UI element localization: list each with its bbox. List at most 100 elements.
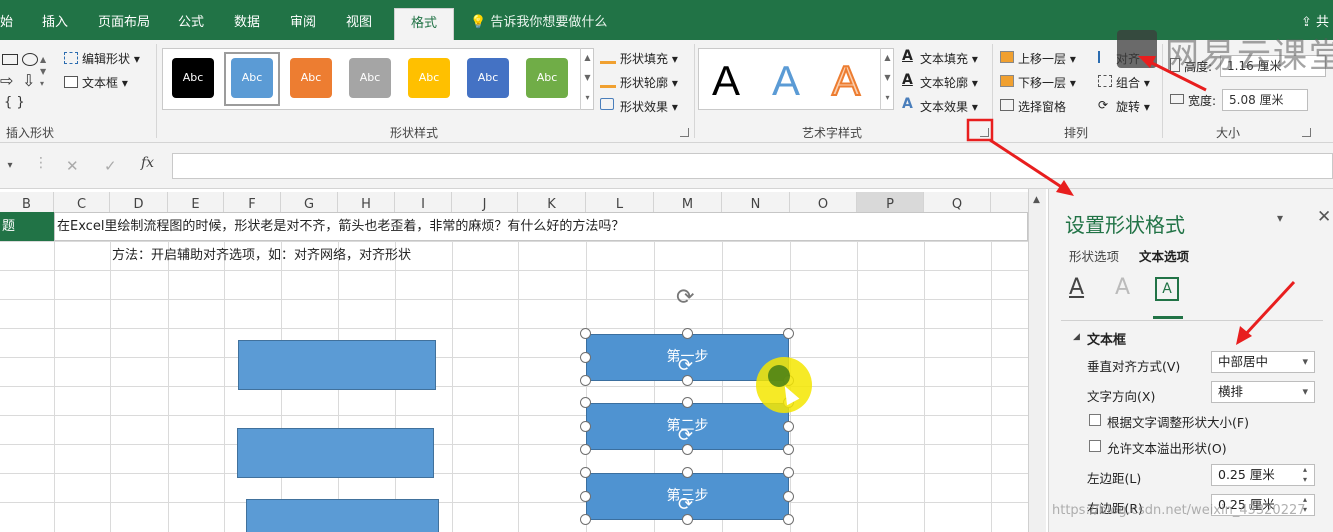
- left-margin-label: 左边距(L): [1087, 471, 1142, 486]
- send-backward-button[interactable]: 下移一层 ▾: [1018, 74, 1076, 91]
- wordart-dialog-launcher[interactable]: [980, 128, 989, 137]
- tab-data[interactable]: 数据: [228, 8, 266, 40]
- shape-style-blue[interactable]: Abc: [231, 58, 273, 98]
- arrow-down-icon[interactable]: ⇩: [22, 70, 35, 92]
- gallery-scroll-icon[interactable]: ▲ ▼ ▾: [40, 54, 46, 90]
- textbox-layout-icon[interactable]: A: [1155, 277, 1179, 301]
- resize-handle[interactable]: [580, 421, 591, 432]
- text-fill-outline-icon[interactable]: A: [1069, 275, 1084, 300]
- tell-me-search[interactable]: 💡 告诉我你想要做什么: [470, 8, 607, 40]
- wordart-black[interactable]: A: [712, 58, 740, 104]
- shape-style-dark-blue[interactable]: Abc: [467, 58, 509, 98]
- resize-handle[interactable]: [783, 514, 794, 525]
- wordart-group-label: 艺术字样式: [802, 126, 863, 140]
- tab-text-options[interactable]: 文本选项: [1139, 246, 1189, 265]
- arrow-right-icon[interactable]: ⇨: [0, 70, 13, 92]
- autofit-checkbox[interactable]: [1089, 414, 1101, 426]
- edit-shape-button[interactable]: 编辑形状 ▾: [82, 50, 140, 67]
- vertical-scrollbar[interactable]: ▲: [1028, 189, 1046, 532]
- shape-style-green[interactable]: Abc: [526, 58, 568, 98]
- shape-effects-button[interactable]: 形状效果 ▾: [620, 98, 678, 115]
- resize-handle[interactable]: [580, 467, 591, 478]
- resize-handle[interactable]: [783, 328, 794, 339]
- shape-gallery-mini[interactable]: ⇨ ⇩ { } ▲ ▼ ▾: [0, 50, 52, 120]
- rotate-handle-icon[interactable]: ⟳: [678, 355, 693, 376]
- resize-handle[interactable]: [580, 491, 591, 502]
- resize-handle[interactable]: [682, 397, 693, 408]
- wordart-blue[interactable]: A: [772, 58, 800, 104]
- pane-close-icon[interactable]: ✕: [1317, 207, 1331, 227]
- oval-icon[interactable]: [22, 53, 38, 66]
- wordart-orange-outline[interactable]: A: [831, 57, 861, 105]
- tab-formulas[interactable]: 公式: [172, 8, 210, 40]
- cell-d3[interactable]: 方法：开启辅助对齐选项，如：对齐网络，对齐形状: [112, 242, 411, 270]
- insert-function-button[interactable]: fx: [141, 155, 154, 171]
- formula-input[interactable]: [172, 153, 1333, 179]
- overflow-checkbox[interactable]: [1089, 440, 1101, 452]
- shape-outline-button[interactable]: 形状轮廓 ▾: [620, 74, 678, 91]
- bring-forward-button[interactable]: 上移一层 ▾: [1018, 50, 1076, 67]
- shape-style-black[interactable]: Abc: [172, 58, 214, 98]
- text-outline-button[interactable]: 文本轮廓 ▾: [920, 74, 978, 91]
- shape-style-gold[interactable]: Abc: [408, 58, 450, 98]
- cell-c2[interactable]: 在Excel里绘制流程图的时候，形状老是对不齐，箭头也老歪着，非常的麻烦？有什么…: [54, 212, 1028, 241]
- flowchart-shape-left-2[interactable]: [237, 428, 434, 478]
- resize-handle[interactable]: [580, 375, 591, 386]
- resize-handle[interactable]: [682, 375, 693, 386]
- size-dialog-launcher[interactable]: [1302, 128, 1311, 137]
- resize-handle[interactable]: [783, 491, 794, 502]
- pane-options-dropdown-icon[interactable]: ▾: [1277, 211, 1283, 225]
- resize-handle[interactable]: [682, 514, 693, 525]
- name-box[interactable]: ▾: [0, 153, 20, 179]
- group-button[interactable]: 组合 ▾: [1116, 74, 1150, 91]
- shape-fill-button[interactable]: 形状填充 ▾: [620, 50, 678, 67]
- resize-handle[interactable]: [682, 328, 693, 339]
- shape-style-scroll[interactable]: ▲ ▼ ▾: [580, 48, 594, 110]
- text-fill-button[interactable]: 文本填充 ▾: [920, 50, 978, 67]
- selection-pane-button[interactable]: 选择窗格: [1018, 98, 1066, 115]
- resize-handle[interactable]: [580, 328, 591, 339]
- flowchart-shape-left-3[interactable]: [246, 499, 439, 532]
- tab-home[interactable]: 始: [0, 8, 19, 40]
- flowchart-shape-left-1[interactable]: [238, 340, 436, 390]
- section-textbox-header[interactable]: 文本框: [1087, 329, 1126, 348]
- vertical-alignment-dropdown[interactable]: 中部居中: [1211, 351, 1315, 373]
- resize-handle[interactable]: [783, 444, 794, 455]
- resize-handle[interactable]: [783, 467, 794, 478]
- rotate-handle-icon[interactable]: ⟳: [676, 285, 694, 310]
- text-direction-dropdown[interactable]: 横排: [1211, 381, 1315, 403]
- text-box-button[interactable]: 文本框 ▾: [82, 74, 128, 91]
- tab-page-layout[interactable]: 页面布局: [92, 8, 156, 40]
- tab-review[interactable]: 审阅: [284, 8, 322, 40]
- rotate-button[interactable]: 旋转 ▾: [1116, 98, 1150, 115]
- group-divider: [992, 44, 993, 138]
- cancel-button[interactable]: ✕: [66, 157, 79, 175]
- text-effects-pane-icon[interactable]: A: [1115, 275, 1130, 300]
- enter-button[interactable]: ✓: [104, 157, 117, 175]
- resize-handle[interactable]: [580, 397, 591, 408]
- text-effects-button[interactable]: 文本效果 ▾: [920, 98, 978, 115]
- section-collapse-icon[interactable]: ◢: [1073, 332, 1080, 342]
- rotate-handle-icon[interactable]: ⟳: [678, 494, 693, 515]
- tab-format[interactable]: 格式: [394, 8, 454, 40]
- bring-forward-icon: [1000, 51, 1014, 63]
- wordart-scroll[interactable]: ▲ ▼ ▾: [880, 48, 894, 110]
- resize-handle[interactable]: [682, 467, 693, 478]
- rectangle-icon[interactable]: [2, 54, 18, 65]
- left-margin-input[interactable]: 0.25 厘米: [1211, 464, 1315, 486]
- brace-icon[interactable]: { }: [4, 92, 25, 114]
- resize-handle[interactable]: [580, 514, 591, 525]
- scroll-up-icon[interactable]: ▲: [1033, 195, 1040, 205]
- tab-view[interactable]: 视图: [340, 8, 378, 40]
- tab-insert[interactable]: 插入: [36, 8, 74, 40]
- shape-styles-dialog-launcher[interactable]: [680, 128, 689, 137]
- cell-b2[interactable]: 题: [0, 212, 54, 241]
- shape-style-orange[interactable]: Abc: [290, 58, 332, 98]
- shape-style-gray[interactable]: Abc: [349, 58, 391, 98]
- width-input[interactable]: 5.08 厘米: [1222, 89, 1308, 111]
- resize-handle[interactable]: [783, 421, 794, 432]
- rotate-handle-icon[interactable]: ⟳: [678, 425, 693, 446]
- tab-shape-options[interactable]: 形状选项: [1069, 246, 1119, 265]
- resize-handle[interactable]: [580, 444, 591, 455]
- resize-handle[interactable]: [580, 352, 591, 363]
